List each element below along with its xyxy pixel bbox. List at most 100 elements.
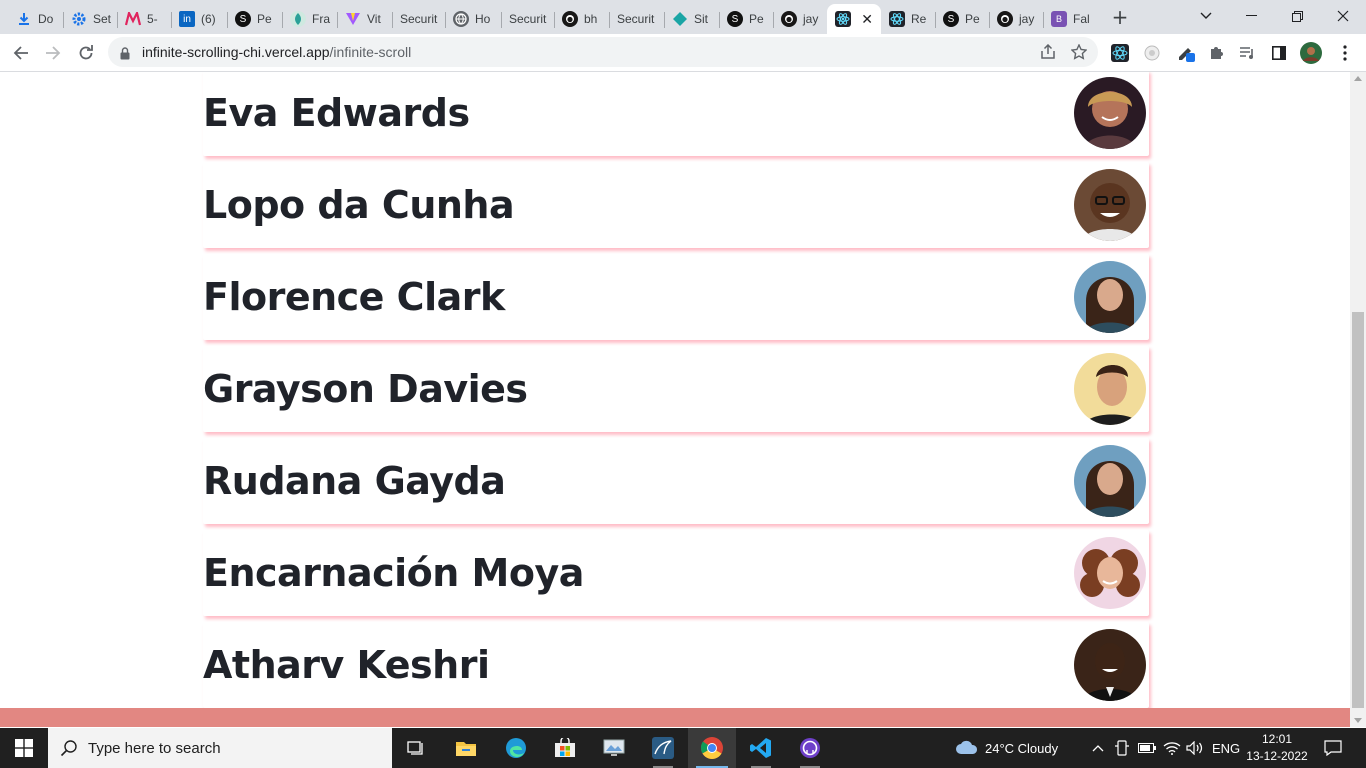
address-bar[interactable]: infinite-scrolling-chi.vercel.app/infini… bbox=[108, 37, 1098, 67]
reload-button[interactable] bbox=[71, 38, 101, 68]
tab-title: Fra bbox=[312, 12, 330, 26]
close-window-button[interactable] bbox=[1320, 0, 1366, 32]
tab-search-chevron-icon[interactable] bbox=[1183, 0, 1229, 32]
input-language[interactable]: ENG bbox=[1212, 728, 1240, 768]
user-card: Eva Edwards bbox=[203, 72, 1149, 156]
user-avatar bbox=[1074, 537, 1146, 609]
google-chrome-icon[interactable] bbox=[688, 728, 736, 768]
browser-tab[interactable]: 5- bbox=[117, 4, 171, 34]
forward-button[interactable] bbox=[38, 38, 68, 68]
browser-tab[interactable]: jay bbox=[773, 4, 827, 34]
browser-tab[interactable]: B Fal bbox=[1043, 4, 1097, 34]
user-avatar bbox=[1074, 353, 1146, 425]
url-text[interactable]: infinite-scrolling-chi.vercel.app/infini… bbox=[142, 44, 411, 60]
tab-title: Vit bbox=[367, 12, 381, 26]
user-name: Grayson Davies bbox=[203, 367, 528, 411]
browser-tab[interactable]: S Pe bbox=[935, 4, 989, 34]
weather-widget[interactable]: 24°C Cloudy bbox=[955, 728, 1058, 768]
profile-avatar-icon[interactable] bbox=[1300, 42, 1322, 64]
browser-tab[interactable]: S Pe bbox=[719, 4, 773, 34]
browser-tab[interactable]: Securit bbox=[392, 4, 445, 34]
restore-button[interactable] bbox=[1274, 0, 1320, 32]
user-card: Lopo da Cunha bbox=[203, 162, 1149, 248]
clock-date: 13-12-2022 bbox=[1246, 749, 1308, 763]
tab-title: Fal bbox=[1073, 12, 1090, 26]
show-hidden-icons-chevron-icon[interactable] bbox=[1092, 728, 1104, 768]
browser-tab[interactable]: Vit bbox=[337, 4, 392, 34]
vscode-icon[interactable] bbox=[737, 728, 785, 768]
device-icon[interactable] bbox=[1115, 728, 1129, 768]
mysql-workbench-icon[interactable] bbox=[639, 728, 687, 768]
remote-desktop-icon[interactable] bbox=[590, 728, 638, 768]
close-tab-icon[interactable]: ✕ bbox=[861, 11, 873, 28]
tab-title: 5- bbox=[147, 12, 158, 26]
tab-title: Pe bbox=[749, 12, 764, 26]
clock-time: 12:01 bbox=[1261, 732, 1293, 746]
browser-tab[interactable]: S Pe bbox=[227, 4, 282, 34]
scroll-up-arrow-icon[interactable] bbox=[1354, 76, 1362, 81]
browser-tab[interactable]: bh bbox=[554, 4, 609, 34]
extensions-puzzle-icon[interactable] bbox=[1205, 42, 1227, 64]
side-panel-icon[interactable] bbox=[1268, 42, 1290, 64]
battery-icon[interactable] bbox=[1138, 728, 1156, 768]
loading-footer-bar bbox=[0, 708, 1350, 727]
microsoft-store-icon[interactable] bbox=[541, 728, 589, 768]
browser-tab[interactable]: in (6) bbox=[171, 4, 227, 34]
user-avatar bbox=[1074, 77, 1146, 149]
user-name: Lopo da Cunha bbox=[203, 183, 515, 227]
user-name: Florence Clark bbox=[203, 275, 505, 319]
browser-tab[interactable]: Securit bbox=[501, 4, 554, 34]
tab-title: Securit bbox=[617, 12, 655, 26]
windows-start-button[interactable] bbox=[0, 728, 48, 768]
leaf-icon bbox=[290, 11, 306, 27]
browser-tab[interactable]: Ho bbox=[445, 4, 501, 34]
wifi-icon[interactable] bbox=[1163, 728, 1181, 768]
tab-title: Ho bbox=[475, 12, 491, 26]
back-button[interactable] bbox=[6, 38, 36, 68]
github-desktop-icon[interactable] bbox=[786, 728, 834, 768]
globe-icon bbox=[453, 11, 469, 27]
page-scrollbar[interactable] bbox=[1350, 72, 1366, 727]
taskbar-search-box[interactable]: Type here to search bbox=[48, 728, 392, 768]
scrollbar-thumb[interactable] bbox=[1352, 312, 1364, 708]
user-name: Encarnación Moya bbox=[203, 551, 584, 595]
react-devtools-icon[interactable] bbox=[1109, 42, 1131, 64]
browser-tab[interactable]: Securit bbox=[609, 4, 664, 34]
microsoft-edge-icon[interactable] bbox=[492, 728, 540, 768]
bookmark-star-icon[interactable] bbox=[1070, 43, 1088, 64]
volume-icon[interactable] bbox=[1186, 728, 1204, 768]
share-icon[interactable] bbox=[1040, 43, 1056, 64]
tab-title: Securit bbox=[400, 12, 438, 26]
browser-tab[interactable]: Set bbox=[63, 4, 117, 34]
browser-tab[interactable]: jay bbox=[989, 4, 1043, 34]
weather-text: 24°C Cloudy bbox=[985, 740, 1059, 756]
scroll-down-arrow-icon[interactable] bbox=[1354, 718, 1362, 723]
browser-toolbar: infinite-scrolling-chi.vercel.app/infini… bbox=[0, 34, 1366, 72]
user-avatar bbox=[1074, 169, 1146, 241]
browser-tab[interactable]: Re bbox=[881, 4, 935, 34]
browser-menu-icon[interactable] bbox=[1334, 42, 1356, 64]
file-explorer-icon[interactable] bbox=[442, 728, 490, 768]
language-text: ENG bbox=[1212, 740, 1241, 756]
new-tab-button[interactable]: + bbox=[1108, 6, 1132, 30]
extension-circle-icon[interactable] bbox=[1141, 42, 1163, 64]
s-logo-icon: S bbox=[727, 11, 743, 27]
eyedropper-extension-icon[interactable] bbox=[1175, 42, 1197, 64]
browser-tab[interactable]: Fra bbox=[282, 4, 337, 34]
search-icon bbox=[60, 739, 78, 761]
github-icon bbox=[562, 11, 578, 27]
system-clock[interactable]: 12:01 13-12-2022 bbox=[1240, 731, 1314, 765]
browser-tab[interactable]: Do bbox=[8, 4, 63, 34]
browser-tab[interactable]: Sit bbox=[664, 4, 719, 34]
browser-tab-active[interactable]: ✕ bbox=[827, 4, 881, 34]
lock-icon[interactable] bbox=[120, 45, 130, 64]
infinite-scroll-page[interactable]: Eva Edwards Lopo da Cunha Florence Clark… bbox=[0, 72, 1350, 727]
task-view-icon[interactable] bbox=[392, 728, 440, 768]
minimize-button[interactable] bbox=[1228, 0, 1274, 32]
react-icon bbox=[889, 11, 905, 27]
browser-tab-strip: Do Set 5- in (6) S Pe Fra Vit Securit Ho… bbox=[0, 0, 1366, 34]
download-icon bbox=[16, 11, 32, 27]
notifications-icon[interactable] bbox=[1324, 728, 1342, 768]
cloudy-weather-icon bbox=[955, 739, 979, 758]
media-queue-icon[interactable] bbox=[1236, 42, 1258, 64]
